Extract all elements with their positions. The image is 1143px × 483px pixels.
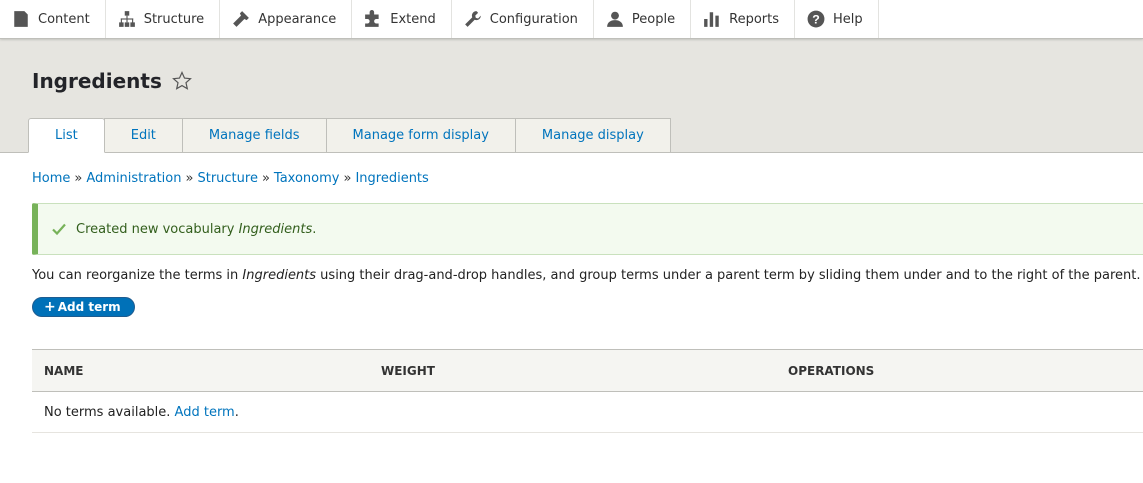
page-title: Ingredients bbox=[32, 69, 162, 93]
status-message-prefix: Created new vocabulary bbox=[76, 221, 239, 237]
toolbar-item-configuration[interactable]: Configuration bbox=[452, 0, 594, 38]
toolbar-item-extend[interactable]: Extend bbox=[352, 0, 452, 38]
empty-table-text: No terms available. bbox=[44, 404, 175, 420]
star-icon[interactable] bbox=[171, 71, 192, 91]
toolbar-item-label: Content bbox=[38, 11, 90, 27]
status-message-text: Created new vocabulary Ingredients. bbox=[76, 222, 316, 237]
extend-icon bbox=[364, 10, 382, 28]
toolbar-item-help[interactable]: ? Help bbox=[795, 0, 879, 38]
toolbar-item-label: Help bbox=[833, 11, 863, 27]
add-term-link[interactable]: Add term bbox=[175, 405, 235, 420]
check-icon bbox=[51, 221, 67, 237]
tab-edit[interactable]: Edit bbox=[103, 118, 183, 152]
configuration-icon bbox=[464, 10, 482, 28]
help-icon: ? bbox=[807, 10, 825, 28]
help-text: You can reorganize the terms in Ingredie… bbox=[32, 268, 1143, 283]
svg-text:?: ? bbox=[812, 13, 820, 27]
page-title-wrapper: Ingredients bbox=[32, 69, 192, 93]
empty-table-suffix: . bbox=[234, 404, 239, 420]
breadcrumb-separator: » bbox=[185, 171, 194, 186]
admin-toolbar: Content Structure Appearance Extend Conf… bbox=[0, 0, 1143, 39]
reports-icon bbox=[703, 10, 721, 28]
terms-table: NAME WEIGHT OPERATIONS No terms availabl… bbox=[32, 349, 1143, 433]
empty-table-cell: No terms available. Add term. bbox=[32, 391, 1143, 433]
toolbar-item-people[interactable]: People bbox=[594, 0, 692, 38]
status-message-suffix: . bbox=[312, 221, 317, 237]
tab-manage-display[interactable]: Manage display bbox=[514, 118, 671, 152]
toolbar-item-label: People bbox=[631, 11, 676, 27]
breadcrumb-ingredients[interactable]: Ingredients bbox=[355, 171, 428, 186]
table-row: No terms available. Add term. bbox=[32, 391, 1143, 433]
status-message-vocabulary: Ingredients bbox=[238, 221, 313, 237]
breadcrumb-separator: » bbox=[343, 171, 352, 186]
breadcrumb-separator: » bbox=[74, 171, 83, 186]
toolbar-item-label: Configuration bbox=[489, 11, 578, 27]
help-text-vocabulary: Ingredients bbox=[242, 268, 317, 283]
tab-manage-form-display[interactable]: Manage form display bbox=[325, 118, 516, 152]
breadcrumb-taxonomy[interactable]: Taxonomy bbox=[274, 171, 340, 186]
appearance-icon bbox=[232, 10, 250, 28]
table-header-row: NAME WEIGHT OPERATIONS bbox=[32, 349, 1143, 392]
primary-tabs: List Edit Manage fields Manage form disp… bbox=[28, 118, 671, 153]
breadcrumb-home[interactable]: Home bbox=[32, 171, 70, 186]
toolbar-item-structure[interactable]: Structure bbox=[106, 0, 221, 38]
status-message: Created new vocabulary Ingredients. bbox=[32, 203, 1143, 255]
tab-manage-fields[interactable]: Manage fields bbox=[181, 118, 327, 152]
content-icon bbox=[12, 10, 30, 28]
toolbar-item-content[interactable]: Content bbox=[0, 0, 106, 38]
toolbar-item-label: Structure bbox=[143, 11, 205, 27]
add-term-button-label: Add term bbox=[57, 300, 121, 314]
breadcrumb-structure[interactable]: Structure bbox=[197, 171, 257, 186]
toolbar-item-reports[interactable]: Reports bbox=[691, 0, 795, 38]
column-header-name: NAME bbox=[32, 349, 369, 392]
people-icon bbox=[606, 10, 624, 28]
toolbar-item-label: Extend bbox=[390, 11, 436, 27]
help-text-suffix: using their drag-and-drop handles, and g… bbox=[316, 268, 1141, 283]
add-term-button[interactable]: + Add term bbox=[32, 297, 135, 317]
column-header-operations: OPERATIONS bbox=[776, 349, 1143, 392]
breadcrumb-separator: » bbox=[261, 171, 270, 186]
toolbar-item-appearance[interactable]: Appearance bbox=[220, 0, 353, 38]
help-text-prefix: You can reorganize the terms in bbox=[32, 268, 243, 283]
page-header: Ingredients List Edit Manage fields Mana… bbox=[0, 39, 1143, 153]
toolbar-item-label: Appearance bbox=[258, 11, 337, 27]
tab-list[interactable]: List bbox=[28, 118, 105, 153]
breadcrumb-administration[interactable]: Administration bbox=[86, 171, 181, 186]
column-header-weight: WEIGHT bbox=[369, 349, 776, 392]
breadcrumb: Home» Administration» Structure» Taxonomy» I… bbox=[32, 171, 1143, 186]
toolbar-item-label: Reports bbox=[729, 11, 779, 27]
plus-icon: + bbox=[44, 299, 56, 315]
main-content: Home» Administration» Structure» Taxonomy» I… bbox=[0, 171, 1143, 433]
structure-icon bbox=[118, 10, 136, 28]
